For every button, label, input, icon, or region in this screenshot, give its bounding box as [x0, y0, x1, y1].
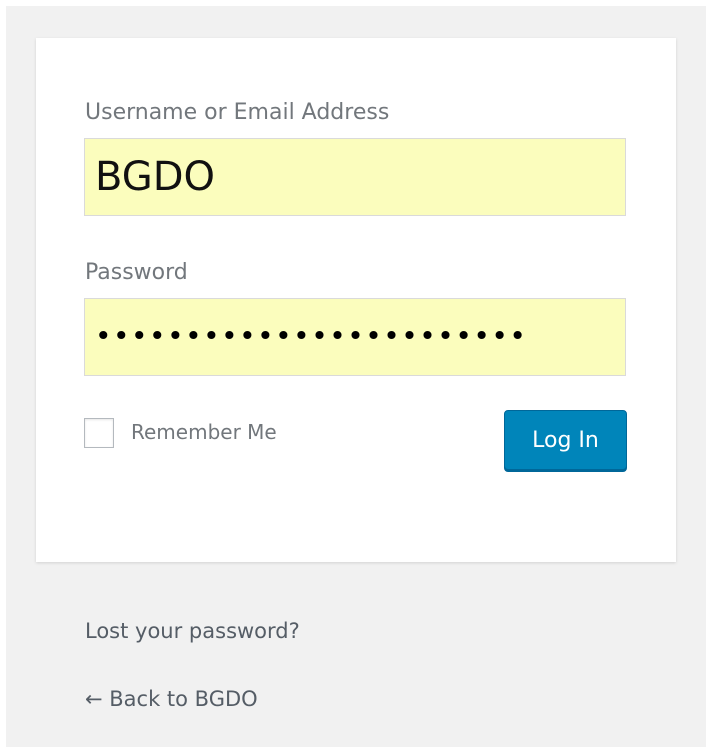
login-button[interactable]: Log In: [504, 410, 627, 470]
password-label: Password: [85, 260, 188, 285]
username-label: Username or Email Address: [85, 100, 390, 125]
back-to-site-link[interactable]: ← Back to BGDO: [85, 689, 258, 710]
remember-me-checkbox[interactable]: [84, 418, 114, 448]
login-form: Username or Email Address BGDO Password …: [36, 38, 676, 562]
username-value: BGDO: [95, 154, 216, 200]
lost-password-link[interactable]: Lost your password?: [85, 621, 300, 642]
login-page: Username or Email Address BGDO Password …: [6, 6, 706, 747]
password-masked-value: ••••••••••••••••••••••••: [95, 319, 528, 353]
username-field[interactable]: BGDO: [84, 138, 626, 216]
password-field[interactable]: ••••••••••••••••••••••••: [84, 298, 626, 376]
remember-me-label[interactable]: Remember Me: [131, 422, 277, 442]
